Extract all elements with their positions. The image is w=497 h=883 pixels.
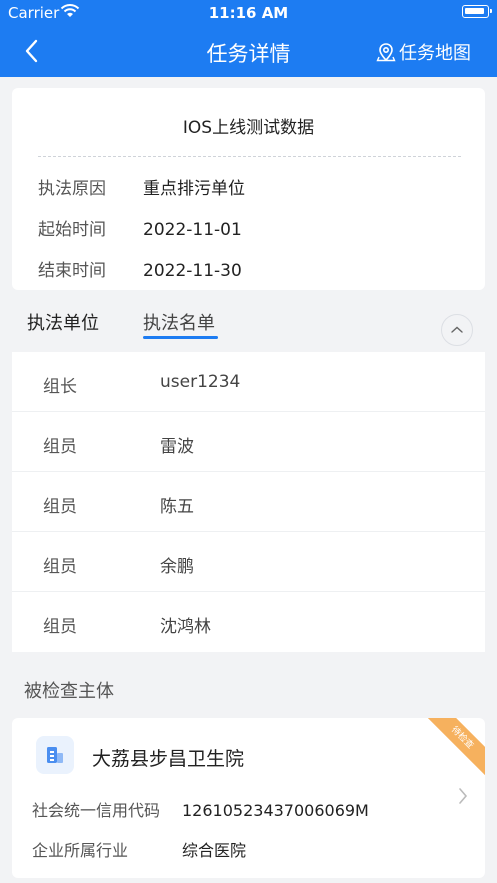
list-item: 组长 user1234 xyxy=(12,352,485,412)
section-title: 被检查主体 xyxy=(24,681,114,702)
list-item: 组员 陈五 xyxy=(12,472,485,532)
entity-label: 社会统一信用代码 xyxy=(32,801,161,820)
map-pin-icon xyxy=(376,43,396,62)
info-label: 执法原因 xyxy=(38,179,106,199)
collapse-button[interactable] xyxy=(441,314,473,346)
member-role: 组员 xyxy=(43,557,77,577)
tab-enforcement-list[interactable]: 执法名单 xyxy=(143,309,215,335)
inspected-entity-card[interactable]: 待检查 大荔县步昌卫生院 社会统一信用代码 12610523437006069M … xyxy=(12,718,485,878)
navigation-bar: 任务详情 任务地图 xyxy=(0,26,497,77)
member-role: 组员 xyxy=(43,497,77,517)
clock: 11:16 AM xyxy=(208,4,289,22)
task-map-button[interactable]: 任务地图 xyxy=(376,39,471,65)
member-name: 余鹏 xyxy=(160,557,194,577)
info-row-end-date: 结束时间 2022-11-30 xyxy=(38,256,242,281)
entity-value: 12610523437006069M xyxy=(182,801,369,820)
list-item: 组员 沈鸿林 xyxy=(12,592,485,652)
info-label: 结束时间 xyxy=(38,261,106,281)
info-value: 2022-11-01 xyxy=(143,220,242,240)
status-bar: Carrier 11:16 AM xyxy=(0,0,497,26)
entity-value: 综合医院 xyxy=(182,841,247,860)
info-value: 重点排污单位 xyxy=(143,179,245,199)
building-icon xyxy=(36,736,74,774)
entity-row-credit-code: 社会统一信用代码 12610523437006069M xyxy=(32,797,369,821)
list-item: 组员 余鹏 xyxy=(12,532,485,592)
member-role: 组长 xyxy=(43,377,77,397)
member-name: user1234 xyxy=(160,372,241,392)
list-item: 组员 雷波 xyxy=(12,412,485,472)
info-label: 起始时间 xyxy=(38,220,106,240)
info-value: 2022-11-30 xyxy=(143,261,242,281)
member-name: 沈鸿林 xyxy=(160,617,211,637)
member-role: 组员 xyxy=(43,437,77,457)
info-row-reason: 执法原因 重点排污单位 xyxy=(38,174,245,199)
status-ribbon: 待检查 xyxy=(423,718,485,777)
chevron-up-icon xyxy=(451,326,463,333)
chevron-right-icon[interactable] xyxy=(457,786,469,810)
task-title: IOS上线测试数据 xyxy=(182,118,315,138)
entity-label: 企业所属行业 xyxy=(32,841,129,860)
tab-bar: 执法单位 执法名单 xyxy=(0,290,497,352)
battery-icon xyxy=(462,5,492,18)
task-info-card: IOS上线测试数据 执法原因 重点排污单位 起始时间 2022-11-01 结束时间… xyxy=(12,88,485,290)
member-name: 陈五 xyxy=(160,497,194,517)
entity-row-industry: 企业所属行业 综合医院 xyxy=(32,837,246,861)
info-row-start-date: 起始时间 2022-11-01 xyxy=(38,215,242,240)
task-map-label: 任务地图 xyxy=(399,43,471,64)
entity-name: 大荔县步昌卫生院 xyxy=(92,748,245,770)
member-role: 组员 xyxy=(43,617,77,637)
member-list: 组长 user1234 组员 雷波 组员 陈五 组员 余鹏 组员 沈鸿林 xyxy=(12,352,485,652)
member-name: 雷波 xyxy=(160,437,194,457)
tab-indicator xyxy=(143,336,218,339)
divider xyxy=(38,156,461,157)
tab-enforcement-unit[interactable]: 执法单位 xyxy=(27,309,99,335)
